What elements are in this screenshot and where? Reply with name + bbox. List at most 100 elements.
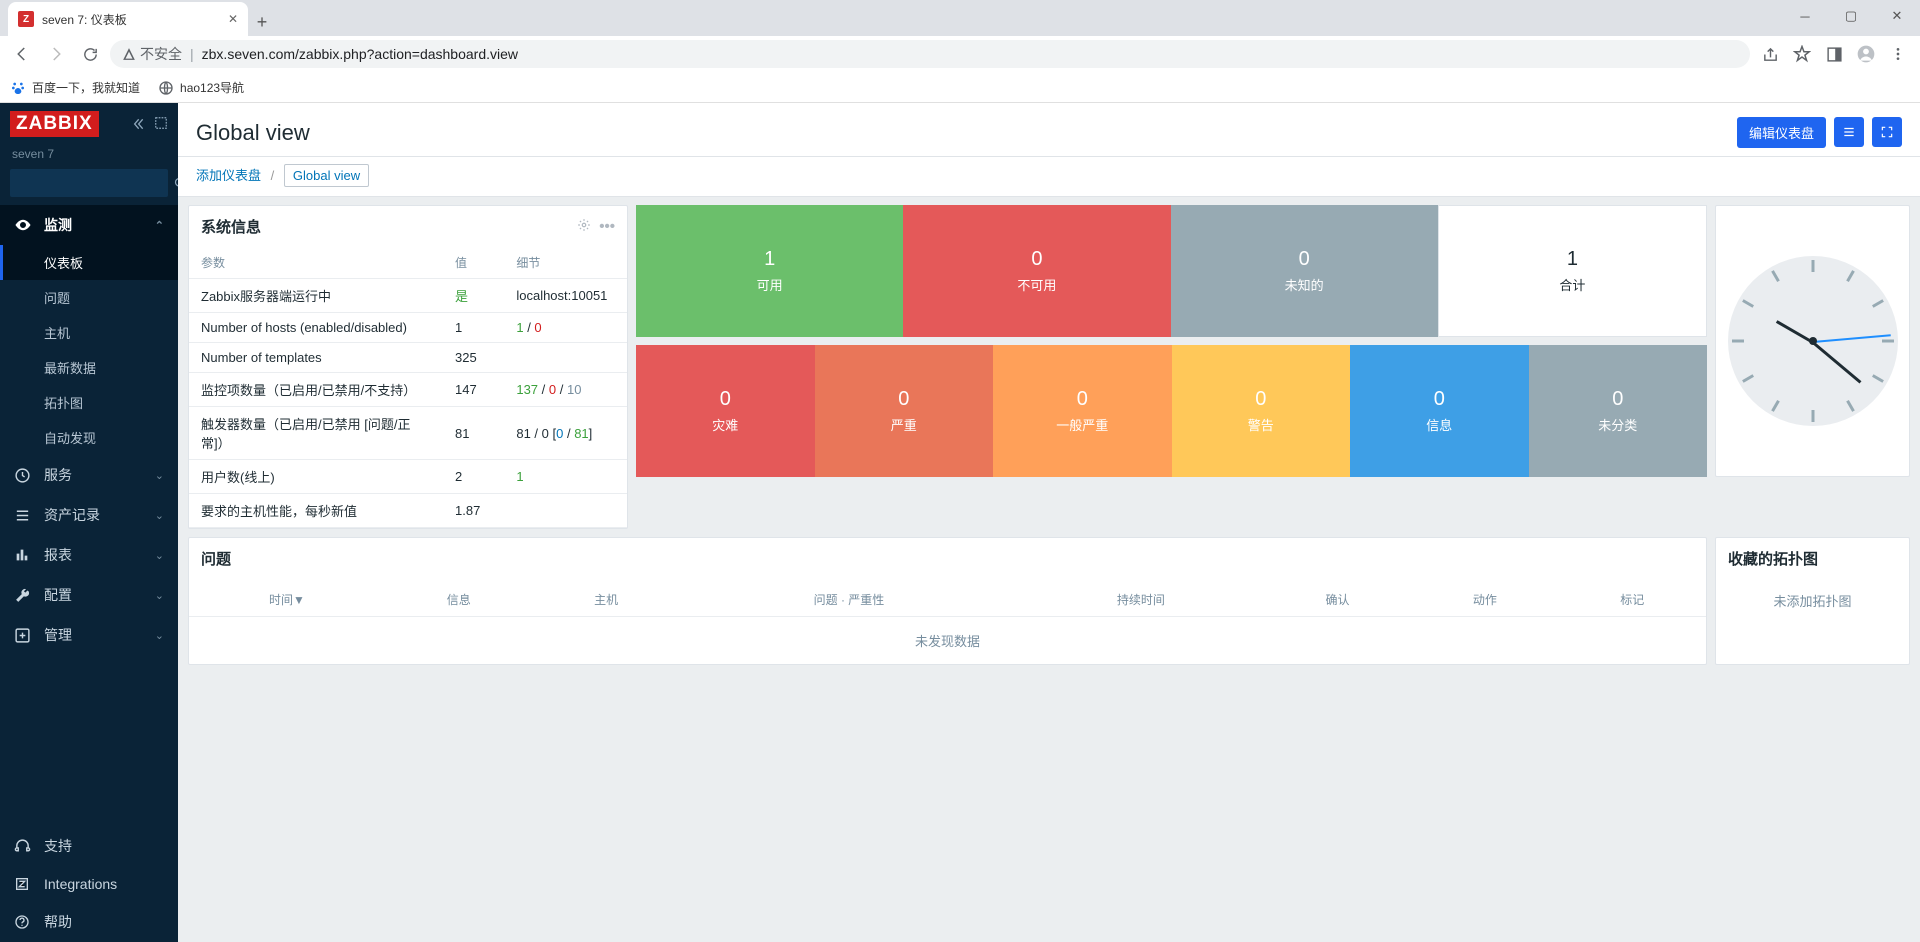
gear-icon[interactable] [577, 218, 591, 235]
nav-item-管理[interactable]: 管理⌄ [0, 615, 178, 655]
second-hand [1812, 334, 1890, 342]
back-button[interactable] [8, 40, 36, 68]
nav-footer-帮助[interactable]: 帮助 [0, 902, 178, 942]
window-minimize[interactable]: ─ [1782, 0, 1828, 32]
clock-tick [1846, 400, 1855, 412]
window-close[interactable]: ✕ [1874, 0, 1920, 32]
kebab-icon [1890, 46, 1906, 62]
breadcrumb-current[interactable]: Global view [284, 164, 369, 187]
nav-item-服务[interactable]: 服务⌄ [0, 455, 178, 495]
window-maximize[interactable]: ▢ [1828, 0, 1874, 32]
nav-label: 帮助 [44, 912, 72, 932]
reload-button[interactable] [76, 40, 104, 68]
nav-item-资产记录[interactable]: 资产记录⌄ [0, 495, 178, 535]
tile-label: 不可用 [1017, 275, 1056, 294]
sev-value: 0 [898, 388, 909, 411]
severity-warning[interactable]: 0警告 [1172, 345, 1351, 477]
severity-info[interactable]: 0信息 [1350, 345, 1529, 477]
nav-item-配置[interactable]: 配置⌄ [0, 575, 178, 615]
edit-dashboard-button[interactable]: 编辑仪表盘 [1737, 117, 1826, 148]
severity-high[interactable]: 0严重 [815, 345, 994, 477]
search-input[interactable] [18, 176, 173, 190]
nav-sub-自动发现[interactable]: 自动发现 [0, 420, 178, 455]
severity-uncl[interactable]: 0 未分类 [1529, 345, 1708, 477]
severity-average[interactable]: 0一般严重 [993, 345, 1172, 477]
url-text: zbx.seven.com/zabbix.php?action=dashboar… [202, 46, 518, 62]
sev-value: 0 [1077, 388, 1088, 411]
collapse-icon[interactable] [130, 116, 146, 132]
col-details: 细节 [504, 247, 627, 279]
url-box[interactable]: 不安全 | zbx.seven.com/zabbix.php?action=da… [110, 40, 1750, 68]
problems-col[interactable]: 时间▼ [189, 583, 385, 617]
nav-item-报表[interactable]: 报表⌄ [0, 535, 178, 575]
list-button[interactable] [1834, 117, 1864, 147]
widget-title: 系统信息 [201, 216, 261, 237]
chart-icon [14, 547, 32, 563]
host-tile-可用[interactable]: 1可用 [636, 205, 903, 337]
cell-details: localhost:10051 [504, 279, 627, 313]
sev-value: 0 [1612, 388, 1623, 411]
host-tile-合计[interactable]: 1合计 [1438, 205, 1707, 337]
sysinfo-row: Number of hosts (enabled/disabled)11 / 0 [189, 313, 627, 343]
host-tile-不可用[interactable]: 0 不可用 [903, 205, 1170, 337]
cell-details [504, 494, 627, 528]
kiosk-icon[interactable] [154, 116, 168, 132]
severity-tiles: 0灾难0严重0一般严重0警告0信息 0 未分类 [636, 345, 1707, 477]
clock-tick [1732, 340, 1744, 343]
logo[interactable]: ZABBIX [10, 111, 99, 137]
cell-details [504, 343, 627, 373]
nav-sub-仪表板[interactable]: 仪表板 [0, 245, 178, 280]
severity-disaster[interactable]: 0灾难 [636, 345, 815, 477]
problems-col[interactable]: 问题 · 严重性 [680, 583, 1018, 617]
bookmark-baidu[interactable]: 百度一下，我就知道 [10, 79, 140, 96]
problems-table: 时间▼信息主机问题 · 严重性持续时间确认动作标记 [189, 583, 1706, 617]
paw-icon [10, 80, 26, 96]
gear-icon [14, 627, 32, 644]
nav-footer-Integrations[interactable]: Integrations [0, 866, 178, 902]
nav-sub-拓扑图[interactable]: 拓扑图 [0, 385, 178, 420]
close-icon[interactable]: ✕ [228, 12, 238, 26]
star-button[interactable] [1788, 40, 1816, 68]
forward-button[interactable] [42, 40, 70, 68]
extensions-button[interactable] [1820, 40, 1848, 68]
tile-value: 1 [764, 248, 775, 271]
breadcrumb-add[interactable]: 添加仪表盘 [196, 168, 261, 183]
profile-button[interactable] [1852, 40, 1880, 68]
problems-col[interactable]: 信息 [385, 583, 532, 617]
bookmark-hao123[interactable]: hao123导航 [158, 79, 244, 96]
more-icon[interactable]: ••• [599, 218, 615, 235]
sidebar-search[interactable] [10, 169, 168, 197]
nav-sub-最新数据[interactable]: 最新数据 [0, 350, 178, 385]
host-tile-未知的[interactable]: 0未知的 [1171, 205, 1438, 337]
bookmark-bar: 百度一下，我就知道 hao123导航 [0, 72, 1920, 103]
clock-tick [1811, 410, 1814, 422]
fullscreen-button[interactable] [1872, 117, 1902, 147]
sev-label: 未分类 [1598, 415, 1637, 434]
problems-col[interactable]: 标记 [1559, 583, 1706, 617]
nav-item-监测[interactable]: 监测⌃ [0, 205, 178, 245]
nav-sub-主机[interactable]: 主机 [0, 315, 178, 350]
problems-col[interactable]: 确认 [1264, 583, 1411, 617]
cell-param: Number of hosts (enabled/disabled) [189, 313, 443, 343]
widget-favmaps: 收藏的拓扑图 未添加拓扑图 [1715, 537, 1910, 665]
nav-label: 支持 [44, 836, 72, 856]
nav-footer-支持[interactable]: 支持 [0, 826, 178, 866]
new-tab-button[interactable]: + [248, 8, 276, 36]
nav-sub-问题[interactable]: 问题 [0, 280, 178, 315]
clock-tick [1872, 374, 1884, 383]
clock-tick [1771, 400, 1780, 412]
problems-col[interactable]: 动作 [1411, 583, 1558, 617]
sysinfo-row: 触发器数量（已启用/已禁用 [问题/正常]）8181 / 0 [0 / 81] [189, 407, 627, 460]
tab-favicon-icon: Z [18, 11, 34, 27]
tile-value: 0 [1031, 248, 1042, 271]
sysinfo-row: Zabbix服务器端运行中是localhost:10051 [189, 279, 627, 313]
arrow-right-icon [47, 45, 65, 63]
help-icon [14, 914, 32, 930]
problems-col[interactable]: 持续时间 [1018, 583, 1264, 617]
cell-value: 1 [443, 313, 504, 343]
profile-icon [1856, 44, 1876, 64]
problems-col[interactable]: 主机 [532, 583, 679, 617]
menu-button[interactable] [1884, 40, 1912, 68]
share-button[interactable] [1756, 40, 1784, 68]
browser-tab[interactable]: Z seven 7: 仪表板 ✕ [8, 2, 248, 36]
